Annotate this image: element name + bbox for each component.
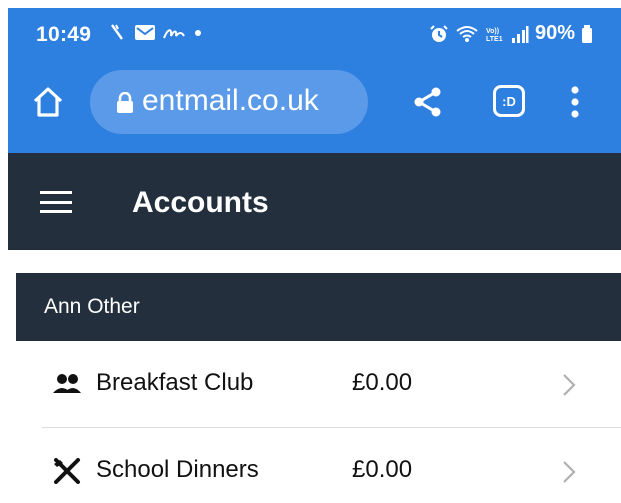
lock-icon	[117, 92, 133, 113]
phone-screen: 10:49 Vo)) LTE1 90% entmail.co.uk:D Acc…	[8, 8, 621, 503]
more-notifications-dot-icon	[195, 30, 201, 36]
people-icon	[53, 374, 81, 393]
item-balance: £0.00	[352, 369, 413, 396]
browser-chrome: 10:49 Vo)) LTE1 90% entmail.co.uk:D	[8, 8, 621, 153]
url-text: entmail.co.uk	[142, 84, 319, 117]
browser-toolbar: entmail.co.uk :D	[8, 68, 621, 138]
account-header: Ann Other	[16, 273, 621, 341]
wifi-icon	[456, 25, 478, 42]
page-title: Accounts	[132, 186, 269, 219]
share-icon[interactable]	[412, 86, 444, 118]
home-icon[interactable]	[30, 84, 66, 120]
status-right-icons: Vo)) LTE1 90%	[429, 22, 593, 45]
svg-text:LTE1: LTE1	[486, 36, 503, 43]
chevron-right-icon	[563, 374, 576, 396]
tab-switcher-button[interactable]: :D	[493, 85, 525, 117]
status-time: 10:49	[36, 23, 92, 46]
svg-text:Vo)): Vo))	[486, 28, 499, 35]
cutlery-icon	[54, 458, 80, 484]
item-balance: £0.00	[352, 456, 413, 483]
battery-percentage: 90%	[534, 22, 575, 44]
account-item-school-dinners[interactable]: School Dinners £0.00	[42, 428, 621, 503]
account-name: Ann Other	[44, 295, 140, 318]
account-item-breakfast-club[interactable]: Breakfast Club £0.00	[42, 341, 621, 428]
handwriting-app-icon	[163, 29, 185, 39]
item-label: Breakfast Club	[96, 369, 254, 396]
email-notification-icon	[135, 25, 155, 40]
signal-icon	[511, 25, 529, 43]
notification-icons	[108, 22, 204, 42]
address-bar[interactable]: entmail.co.uk	[90, 70, 368, 134]
alarm-icon	[430, 24, 448, 42]
chevron-right-icon	[563, 461, 576, 483]
more-vert-icon[interactable]	[570, 84, 580, 120]
status-bar: 10:49 Vo)) LTE1 90%	[8, 8, 621, 60]
volte-icon: Vo))LTE1	[486, 28, 503, 43]
tab-switcher-label: :D	[502, 93, 516, 109]
item-label: School Dinners	[96, 456, 259, 483]
hamburger-menu-icon[interactable]	[40, 191, 72, 213]
data-saver-icon	[111, 24, 123, 40]
battery-icon	[582, 24, 592, 43]
app-header: Accounts	[8, 153, 621, 250]
